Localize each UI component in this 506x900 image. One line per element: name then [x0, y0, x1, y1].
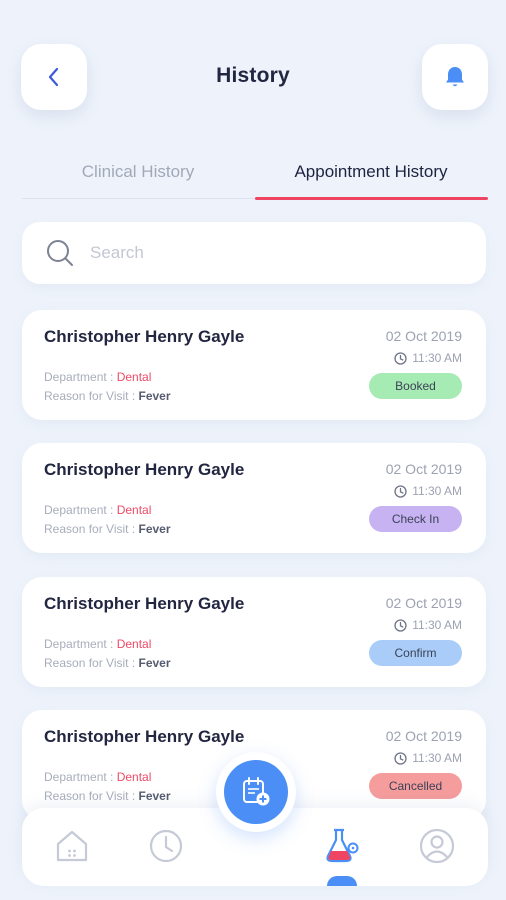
clock-icon — [394, 618, 407, 632]
department-label: Department : — [44, 370, 117, 384]
tab-clinical-history[interactable]: Clinical History — [22, 162, 254, 182]
appointment-date: 02 Oct 2019 — [385, 728, 462, 744]
nav-profile[interactable] — [417, 826, 457, 866]
status-badge: Check In — [369, 506, 462, 532]
department-value: Dental — [116, 503, 152, 517]
patient-name: Christopher Henry Gayle — [44, 727, 245, 746]
nav-history[interactable] — [146, 826, 186, 866]
department-line: Department : Dental — [44, 503, 151, 517]
patient-name: Christopher Henry Gayle — [44, 594, 245, 613]
calendar-add-icon — [243, 777, 270, 806]
appointment-card[interactable]: Christopher Henry Gayle Department : Den… — [22, 310, 486, 420]
reason-line: Reason for Visit : Fever — [44, 789, 171, 803]
appointment-time: 11:30 AM — [394, 618, 462, 632]
search-icon — [47, 240, 73, 266]
tab-appointment-history[interactable]: Appointment History — [254, 162, 488, 182]
reason-label: Reason for Visit : — [44, 789, 139, 803]
patient-name: Christopher Henry Gayle — [44, 327, 245, 346]
active-nav-indicator — [327, 876, 357, 886]
department-label: Department : — [44, 770, 117, 784]
profile-icon — [419, 828, 455, 864]
reason-label: Reason for Visit : — [44, 656, 139, 670]
appointment-time-text: 11:30 AM — [412, 751, 462, 765]
department-line: Department : Dental — [44, 370, 151, 384]
appointment-time-text: 11:30 AM — [412, 351, 462, 365]
search-bar — [22, 222, 486, 284]
reason-label: Reason for Visit : — [44, 389, 139, 403]
appointment-time-text: 11:30 AM — [412, 618, 462, 632]
reason-value: Fever — [138, 522, 171, 536]
status-badge: Cancelled — [369, 773, 462, 799]
clock-icon — [394, 351, 407, 365]
reason-value: Fever — [138, 656, 171, 670]
notification-button[interactable] — [422, 44, 488, 110]
appointment-time: 11:30 AM — [394, 351, 462, 365]
department-label: Department : — [44, 503, 117, 517]
appointment-time-text: 11:30 AM — [412, 484, 462, 498]
history-tabs: Clinical History Appointment History — [22, 150, 488, 200]
appointment-date: 02 Oct 2019 — [385, 461, 462, 477]
fab-container — [216, 752, 296, 832]
reason-line: Reason for Visit : Fever — [44, 522, 171, 536]
department-line: Department : Dental — [44, 637, 151, 651]
active-tab-indicator — [255, 197, 488, 200]
department-label: Department : — [44, 637, 117, 651]
department-value: Dental — [116, 637, 152, 651]
lab-flask-icon — [326, 828, 359, 863]
patient-name: Christopher Henry Gayle — [44, 460, 245, 479]
history-clock-icon — [149, 829, 183, 863]
appointment-card[interactable]: Christopher Henry Gayle Department : Den… — [22, 443, 486, 553]
clock-icon — [394, 484, 407, 498]
search-input[interactable] — [90, 222, 460, 284]
reason-value: Fever — [138, 789, 171, 803]
reason-line: Reason for Visit : Fever — [44, 389, 171, 403]
status-badge: Confirm — [369, 640, 462, 666]
appointment-date: 02 Oct 2019 — [385, 595, 462, 611]
reason-line: Reason for Visit : Fever — [44, 656, 171, 670]
reason-label: Reason for Visit : — [44, 522, 139, 536]
app-header: History — [0, 0, 506, 140]
bell-icon — [446, 67, 464, 87]
department-line: Department : Dental — [44, 770, 151, 784]
reason-value: Fever — [138, 389, 171, 403]
appointment-date: 02 Oct 2019 — [385, 328, 462, 344]
home-icon — [56, 830, 88, 862]
appointment-time: 11:30 AM — [394, 484, 462, 498]
add-appointment-button[interactable] — [224, 760, 288, 824]
nav-lab[interactable] — [322, 826, 362, 866]
appointment-card[interactable]: Christopher Henry Gayle Department : Den… — [22, 577, 486, 687]
clock-icon — [394, 751, 407, 765]
appointment-time: 11:30 AM — [394, 751, 462, 765]
department-value: Dental — [116, 770, 152, 784]
department-value: Dental — [116, 370, 152, 384]
status-badge: Booked — [369, 373, 462, 399]
nav-home[interactable] — [52, 826, 92, 866]
